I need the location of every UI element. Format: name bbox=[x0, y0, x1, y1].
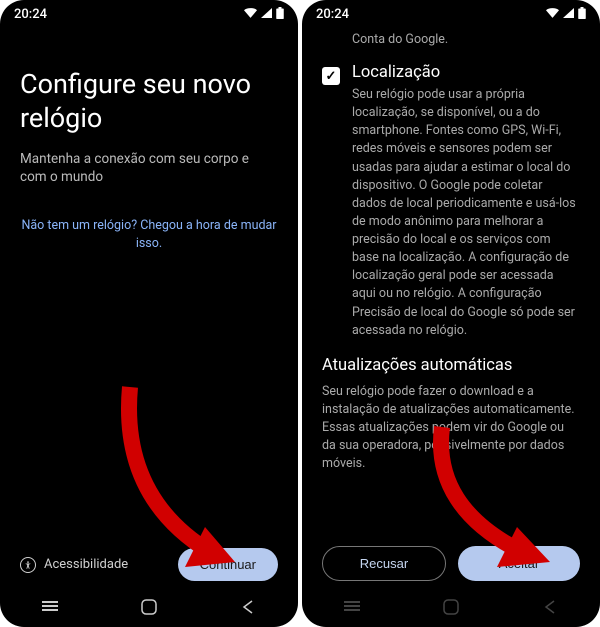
signal-icon bbox=[563, 8, 574, 21]
accessibility-icon bbox=[20, 557, 36, 573]
updates-body: Seu relógio pode fazer o download e a in… bbox=[322, 383, 580, 474]
battery-icon bbox=[276, 7, 284, 22]
back-button[interactable] bbox=[540, 597, 560, 617]
accessibility-button[interactable]: Acessibilidade bbox=[20, 557, 128, 573]
status-time: 20:24 bbox=[14, 7, 47, 22]
updates-title: Atualizações automáticas bbox=[322, 356, 580, 375]
status-bar: 20:24 bbox=[0, 0, 298, 28]
no-watch-link[interactable]: Não tem um relógio? Chegou a hora de mud… bbox=[20, 217, 278, 252]
android-nav-bar bbox=[0, 587, 298, 627]
accept-button[interactable]: Aceitar bbox=[458, 546, 580, 581]
status-icons bbox=[546, 7, 586, 22]
phone-screen-left: 20:24 Configure seu novo relógio Mantenh… bbox=[0, 0, 298, 627]
location-section: ✓ Localização Seu relógio pode usar a pr… bbox=[322, 63, 580, 340]
home-button[interactable] bbox=[441, 597, 461, 617]
accessibility-label: Acessibilidade bbox=[44, 557, 128, 572]
status-time: 20:24 bbox=[316, 7, 349, 22]
home-button[interactable] bbox=[139, 597, 159, 617]
page-title: Configure seu novo relógio bbox=[20, 68, 278, 136]
wifi-icon bbox=[244, 8, 257, 21]
phone-screen-right: 20:24 Conta do Google. ✓ Localização Seu… bbox=[302, 0, 600, 627]
page-subtitle: Mantenha a conexão com seu corpo e com o… bbox=[20, 150, 278, 188]
location-title: Localização bbox=[352, 63, 580, 82]
wifi-icon bbox=[546, 8, 559, 21]
continue-button[interactable]: Continuar bbox=[178, 548, 278, 581]
back-button[interactable] bbox=[238, 597, 258, 617]
recents-button[interactable] bbox=[40, 597, 60, 617]
signal-icon bbox=[261, 8, 272, 21]
previous-section-fragment: Conta do Google. bbox=[322, 32, 580, 47]
updates-section: Atualizações automáticas Seu relógio pod… bbox=[322, 356, 580, 474]
location-body: Seu relógio pode usar a própria localiza… bbox=[352, 86, 580, 340]
status-icons bbox=[244, 7, 284, 22]
recents-button[interactable] bbox=[342, 597, 362, 617]
location-checkbox[interactable]: ✓ bbox=[322, 67, 340, 85]
battery-icon bbox=[578, 7, 586, 22]
decline-button[interactable]: Recusar bbox=[322, 546, 446, 581]
android-nav-bar bbox=[302, 587, 600, 627]
status-bar: 20:24 bbox=[302, 0, 600, 28]
